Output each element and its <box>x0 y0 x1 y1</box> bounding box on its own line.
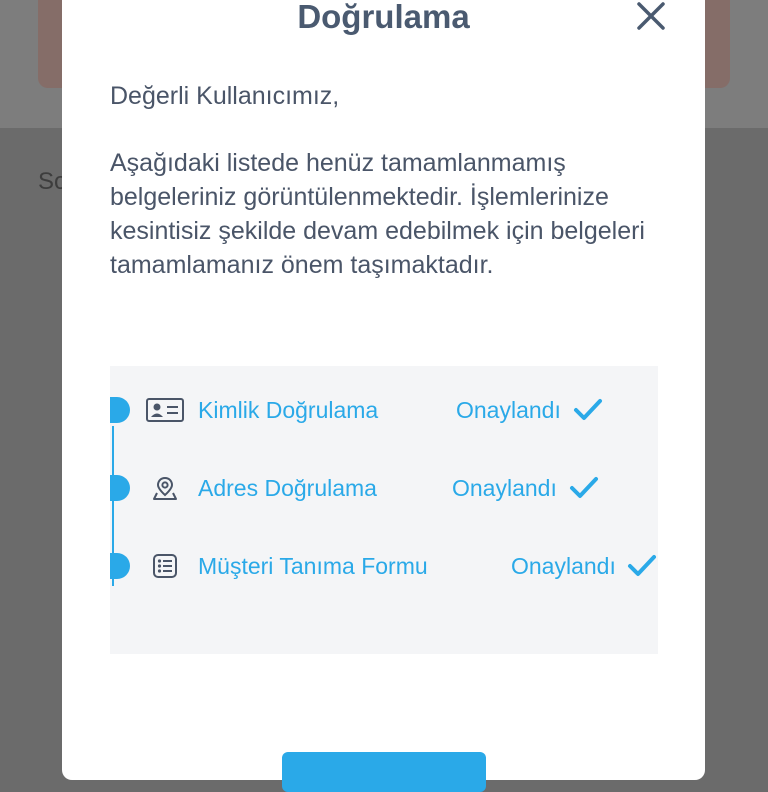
primary-action-button[interactable] <box>282 752 486 792</box>
document-status: Onaylandı <box>511 553 616 579</box>
check-icon <box>574 399 602 420</box>
verification-modal: Doğrulama Değerli Kullanıcımız, Aşağıdak… <box>62 0 705 792</box>
document-row-address[interactable]: Adres Doğrulama Onaylandı <box>110 472 658 502</box>
timeline-dot <box>110 553 130 579</box>
documents-panel: Kimlik Doğrulama Onaylandı Adres Doğrula… <box>110 366 658 654</box>
document-label: Kimlik Doğrulama <box>198 397 379 423</box>
id-card-icon <box>146 396 184 424</box>
document-label: Adres Doğrulama <box>198 475 377 501</box>
form-list-icon <box>146 552 184 580</box>
close-button[interactable] <box>633 0 669 34</box>
document-row-identity[interactable]: Kimlik Doğrulama Onaylandı <box>110 394 658 424</box>
document-status: Onaylandı <box>456 397 561 423</box>
location-pin-icon <box>146 474 184 502</box>
check-icon <box>570 477 598 498</box>
check-icon <box>628 555 656 576</box>
timeline-dot <box>110 397 130 423</box>
document-label: Müşteri Tanıma Formu <box>198 553 428 579</box>
close-icon <box>637 2 665 30</box>
document-row-kyc-form[interactable]: Müşteri Tanıma Formu Onaylandı <box>110 550 658 580</box>
greeting-text: Değerli Kullanıcımız, <box>110 82 340 110</box>
document-status: Onaylandı <box>452 475 557 501</box>
message-text: Aşağıdaki listede henüz tamamlanmamış be… <box>110 149 645 279</box>
modal-title: Doğrulama <box>297 0 470 35</box>
timeline-dot <box>110 475 130 501</box>
